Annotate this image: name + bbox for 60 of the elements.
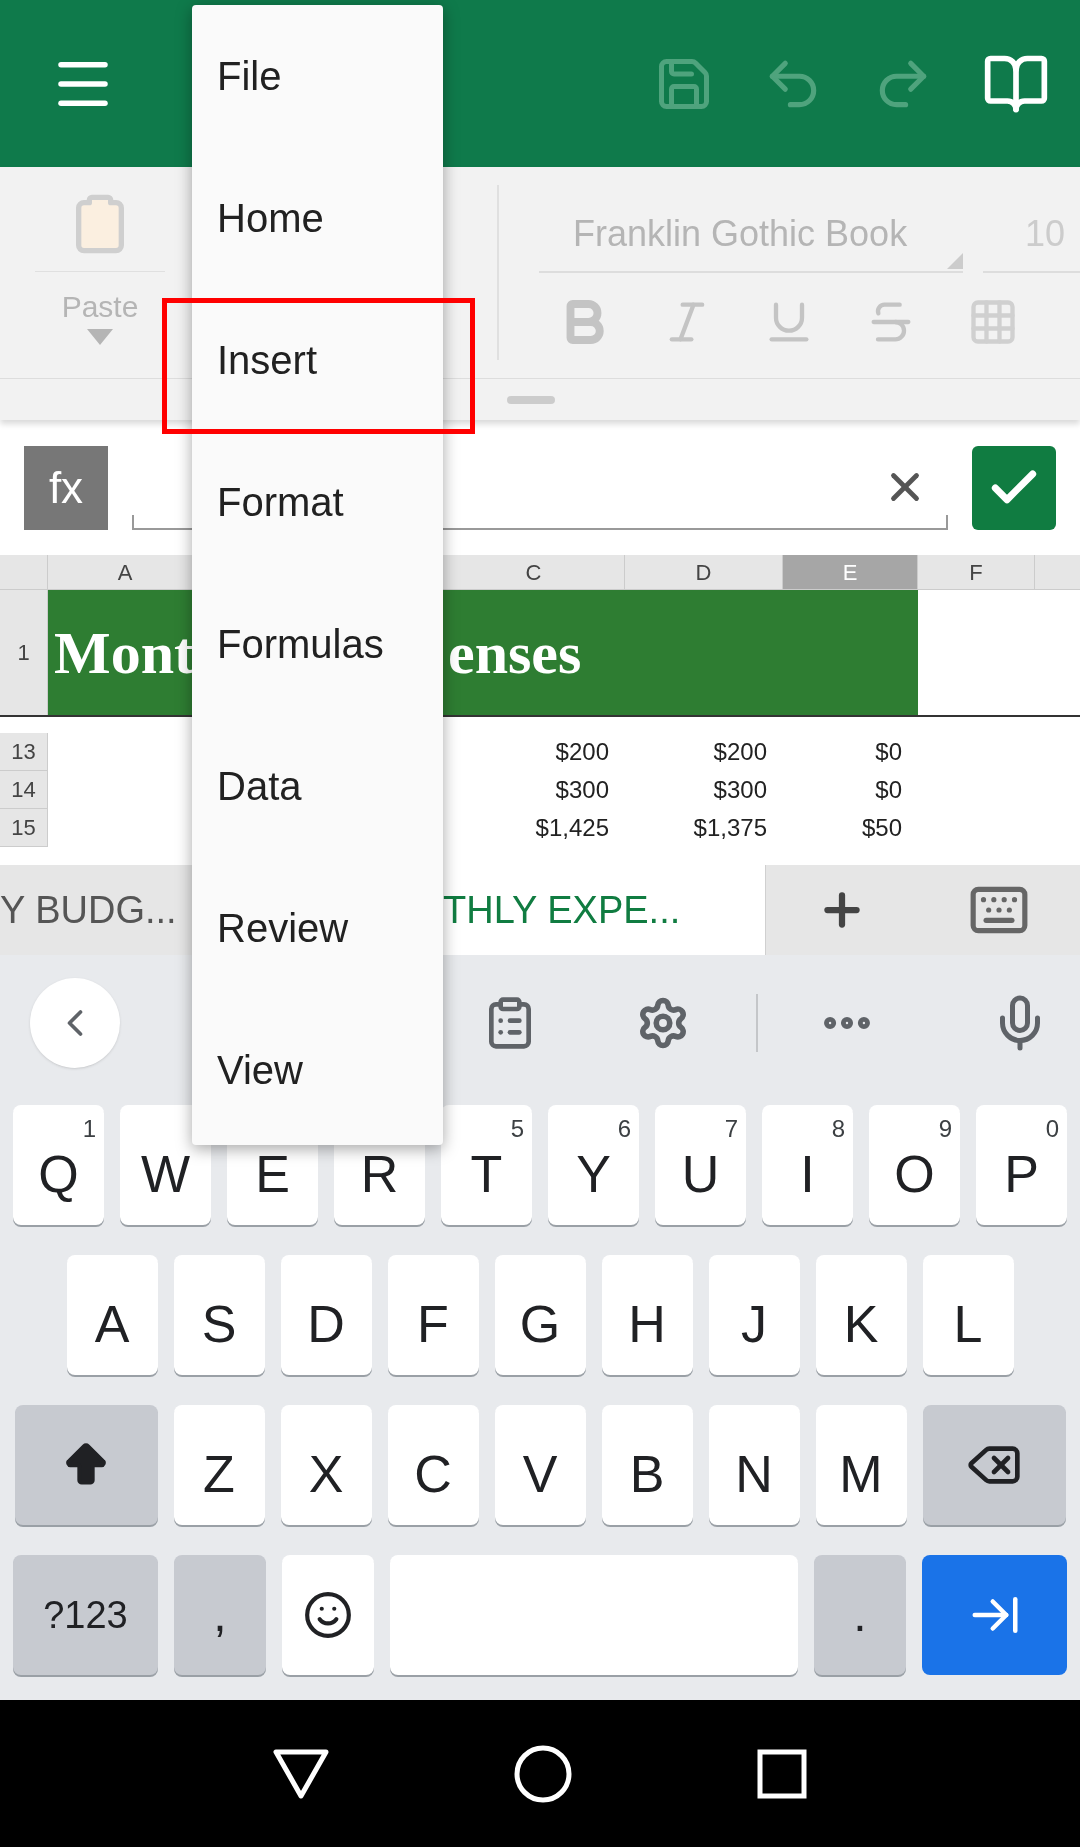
key[interactable]: W xyxy=(120,1105,211,1225)
function-button[interactable]: fx xyxy=(24,445,108,530)
table-cell-text: $200 xyxy=(555,737,609,767)
key[interactable]: S xyxy=(173,1255,265,1375)
key-hint: 6 xyxy=(617,1114,631,1144)
key[interactable]: H xyxy=(601,1255,693,1375)
key[interactable]: L xyxy=(922,1255,1014,1375)
key[interactable]: V xyxy=(494,1405,586,1525)
punctuation-key[interactable]: , xyxy=(174,1555,266,1675)
table-cell-text: $200 xyxy=(713,737,767,767)
key[interactable]: F xyxy=(387,1255,479,1375)
key-hint: 7 xyxy=(724,1114,738,1144)
table-cell-text: $300 xyxy=(555,775,609,805)
key[interactable]: Z xyxy=(173,1405,265,1525)
key-hint: 9 xyxy=(938,1114,952,1144)
key[interactable]: T 5 xyxy=(441,1105,532,1225)
table-cell-text: $0 xyxy=(875,737,902,767)
symbols-key[interactable]: ?123 xyxy=(13,1555,158,1675)
table-cell-text: $50 xyxy=(861,813,902,843)
row-header[interactable]: 15 xyxy=(0,809,48,847)
menu-item[interactable]: Formulas xyxy=(192,614,384,674)
row-header[interactable]: 1 xyxy=(0,590,48,715)
title-text: enses xyxy=(448,618,582,688)
key[interactable]: N xyxy=(708,1405,800,1525)
key[interactable]: Y 6 xyxy=(548,1105,639,1225)
table-cell-text: $1,425 xyxy=(535,813,609,843)
key[interactable]: P 0 xyxy=(976,1105,1067,1225)
key[interactable]: Q 1 xyxy=(13,1105,104,1225)
table-cell-text: $300 xyxy=(713,775,767,805)
key[interactable]: C xyxy=(387,1405,479,1525)
table-cell-text: $1,375 xyxy=(693,813,767,843)
key[interactable]: X xyxy=(280,1405,372,1525)
menu-item[interactable]: Home xyxy=(192,188,324,248)
key-hint: 5 xyxy=(510,1114,524,1144)
key-hint: 1 xyxy=(82,1114,96,1144)
sheet-tab[interactable]: THLY EXPE... xyxy=(443,865,765,955)
punctuation-key[interactable]: . xyxy=(814,1555,906,1675)
key-hint: 8 xyxy=(831,1114,845,1144)
key[interactable]: O 9 xyxy=(869,1105,960,1225)
row-header[interactable]: 14 xyxy=(0,771,48,809)
key[interactable]: B xyxy=(601,1405,693,1525)
menu-item[interactable]: File xyxy=(192,46,282,106)
table-cell-text: $0 xyxy=(875,775,902,805)
key[interactable]: K xyxy=(815,1255,907,1375)
row-header[interactable]: 13 xyxy=(0,733,48,771)
key[interactable]: G xyxy=(494,1255,586,1375)
key[interactable]: J xyxy=(708,1255,800,1375)
key[interactable]: A xyxy=(66,1255,158,1375)
menu-item[interactable]: Insert xyxy=(192,330,318,390)
menu-item[interactable]: Format xyxy=(192,472,344,532)
key[interactable]: D xyxy=(280,1255,372,1375)
menu-item[interactable]: Data xyxy=(192,756,302,816)
title-text: Mont xyxy=(54,618,194,688)
menu-item[interactable]: Review xyxy=(192,898,349,958)
key-hint: 0 xyxy=(1045,1114,1059,1144)
key[interactable]: U 7 xyxy=(655,1105,746,1225)
column-header[interactable]: F xyxy=(918,555,1035,589)
key[interactable]: I 8 xyxy=(762,1105,853,1225)
menu-item[interactable]: View xyxy=(192,1040,303,1100)
key[interactable]: M xyxy=(815,1405,907,1525)
